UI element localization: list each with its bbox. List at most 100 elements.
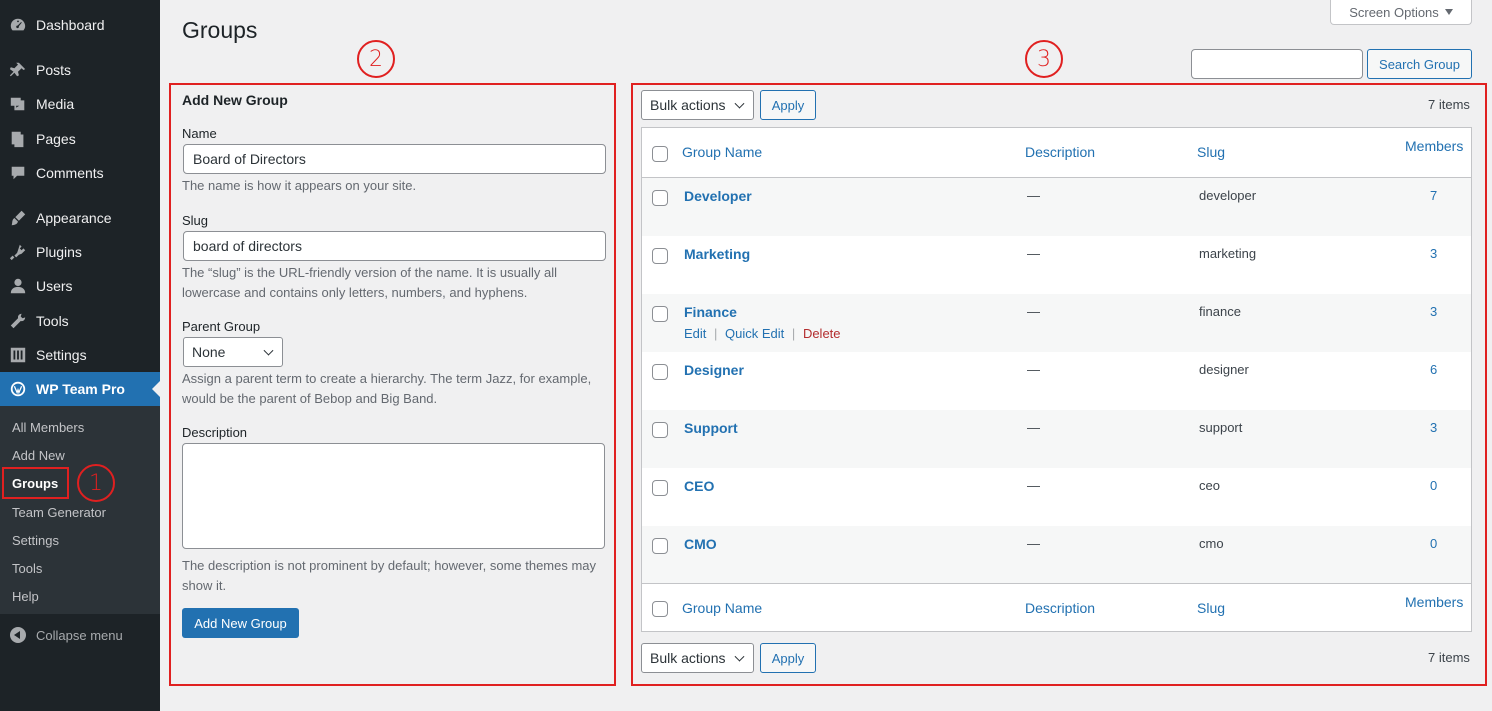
menu-pages[interactable]: Pages	[0, 122, 160, 156]
group-description: —	[1027, 420, 1040, 435]
group-description: —	[1027, 246, 1040, 261]
group-description: —	[1027, 478, 1040, 493]
row-checkbox[interactable]	[652, 248, 668, 264]
menu-plugins[interactable]: Plugins	[0, 235, 160, 269]
menu-dashboard[interactable]: Dashboard	[0, 8, 160, 42]
menu-settings[interactable]: Settings	[0, 338, 160, 372]
column-slug[interactable]: Slug	[1197, 144, 1225, 160]
menu-label: Plugins	[36, 244, 82, 260]
menu-label: Appearance	[36, 210, 112, 226]
menu-label: Users	[36, 278, 73, 294]
group-name-link[interactable]: CEO	[684, 478, 714, 494]
table-row: Marketing — marketing 3	[642, 236, 1471, 294]
column-description[interactable]: Description	[1025, 144, 1095, 160]
menu-label: Tools	[36, 313, 69, 329]
column-members[interactable]: Members	[1405, 138, 1463, 154]
row-checkbox[interactable]	[652, 538, 668, 554]
column-slug[interactable]: Slug	[1197, 600, 1225, 616]
admin-sidebar: Dashboard Posts Media Pages Comments App…	[0, 0, 160, 711]
search-input[interactable]	[1191, 49, 1363, 79]
group-slug: marketing	[1199, 246, 1257, 261]
page-title: Groups	[182, 17, 258, 43]
name-help: The name is how it appears on your site.	[182, 178, 417, 193]
bulk-actions-select-top[interactable]: Bulk actions	[641, 90, 754, 120]
table-row: Developer — developer 7	[642, 178, 1471, 236]
slug-field[interactable]: board of directors	[183, 231, 606, 261]
column-group-name[interactable]: Group Name	[682, 600, 762, 616]
submenu-add-new[interactable]: Add New	[12, 448, 65, 463]
quick-edit-link[interactable]: Quick Edit	[725, 326, 784, 341]
member-count-link[interactable]: 3	[1430, 246, 1437, 261]
name-field[interactable]: Board of Directors	[183, 144, 606, 174]
menu-label: WP Team Pro	[36, 381, 125, 397]
add-new-group-button[interactable]: Add New Group	[182, 608, 299, 638]
submenu-settings[interactable]: Settings	[12, 533, 59, 548]
row-checkbox[interactable]	[652, 306, 668, 322]
group-slug: cmo	[1199, 536, 1224, 551]
menu-comments[interactable]: Comments	[0, 156, 160, 190]
parent-group-select[interactable]: None	[183, 337, 283, 367]
row-checkbox[interactable]	[652, 190, 668, 206]
table-row: Designer — designer 6	[642, 352, 1471, 410]
page-icon	[0, 130, 36, 148]
group-slug: ceo	[1199, 478, 1220, 493]
bulk-actions-select-bottom[interactable]: Bulk actions	[641, 643, 754, 673]
select-all-checkbox-bottom[interactable]	[652, 601, 668, 617]
column-group-name[interactable]: Group Name	[682, 144, 762, 160]
delete-link[interactable]: Delete	[803, 326, 841, 341]
member-count-link[interactable]: 7	[1430, 188, 1437, 203]
submenu: All Members Add New Groups Team Generato…	[0, 406, 160, 614]
apply-button-bottom[interactable]: Apply	[760, 643, 816, 673]
member-count-link[interactable]: 3	[1430, 420, 1437, 435]
edit-link[interactable]: Edit	[684, 326, 706, 341]
menu-label: Pages	[36, 131, 76, 147]
screen-options-label: Screen Options	[1349, 4, 1439, 20]
bulk-actions-label: Bulk actions	[650, 650, 726, 666]
member-count-link[interactable]: 6	[1430, 362, 1437, 377]
row-checkbox[interactable]	[652, 422, 668, 438]
menu-label: Posts	[36, 62, 72, 78]
menu-tools[interactable]: Tools	[0, 304, 160, 338]
parent-group-value: None	[192, 344, 226, 360]
menu-posts[interactable]: Posts	[0, 53, 160, 87]
apply-button-top[interactable]: Apply	[760, 90, 816, 120]
member-count-link[interactable]: 0	[1430, 536, 1437, 551]
group-name-link[interactable]: Developer	[684, 188, 752, 204]
submenu-all-members[interactable]: All Members	[12, 420, 84, 435]
search-group-button[interactable]: Search Group	[1367, 49, 1472, 79]
screen-options-button[interactable]: Screen Options	[1330, 0, 1472, 25]
menu-label: Dashboard	[36, 17, 105, 33]
table-row: CMO — cmo 0	[642, 526, 1471, 584]
group-name-link[interactable]: Support	[684, 420, 738, 436]
menu-media[interactable]: Media	[0, 87, 160, 121]
separator: |	[714, 326, 718, 341]
member-count-link[interactable]: 3	[1430, 304, 1437, 319]
group-name-link[interactable]: Marketing	[684, 246, 750, 262]
items-count-bottom: 7 items	[1428, 650, 1470, 665]
member-count-link[interactable]: 0	[1430, 478, 1437, 493]
form-heading: Add New Group	[182, 92, 288, 108]
row-checkbox[interactable]	[652, 364, 668, 380]
select-all-checkbox[interactable]	[652, 146, 668, 162]
submenu-team-generator[interactable]: Team Generator	[12, 505, 106, 520]
description-textarea[interactable]	[182, 443, 605, 549]
menu-users[interactable]: Users	[0, 269, 160, 303]
wordpress-icon	[0, 380, 36, 398]
group-name-link[interactable]: CMO	[684, 536, 717, 552]
submenu-tools[interactable]: Tools	[12, 561, 42, 576]
collapse-menu-button[interactable]: Collapse menu	[0, 622, 160, 648]
separator: |	[791, 326, 796, 341]
chevron-down-icon	[734, 98, 745, 109]
table-row: Support — support 3	[642, 410, 1471, 468]
group-name-link[interactable]: Finance	[684, 304, 737, 320]
submenu-help[interactable]: Help	[12, 589, 39, 604]
column-members[interactable]: Members	[1405, 594, 1463, 610]
description-label: Description	[182, 425, 248, 440]
collapse-icon	[0, 627, 36, 643]
column-description[interactable]: Description	[1025, 600, 1095, 616]
group-name-link[interactable]: Designer	[684, 362, 744, 378]
row-checkbox[interactable]	[652, 480, 668, 496]
plug-icon	[0, 243, 36, 261]
menu-wp-team-pro[interactable]: WP Team Pro	[0, 372, 160, 406]
menu-appearance[interactable]: Appearance	[0, 201, 160, 235]
